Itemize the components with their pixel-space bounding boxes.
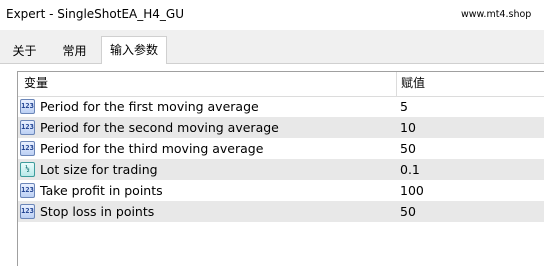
param-name: Period for the first moving average — [40, 99, 259, 114]
table-header: 变量 赋值 — [18, 72, 544, 97]
table-row[interactable]: 123 Period for the first moving average … — [18, 96, 544, 117]
column-header-value[interactable]: 赋值 — [401, 75, 425, 91]
icon-glyph: 123 — [21, 207, 34, 215]
param-value[interactable]: 100 — [400, 182, 424, 199]
icon-glyph: 123 — [21, 123, 34, 131]
table-row[interactable]: 123 Take profit in points 100 — [18, 180, 544, 201]
parameters-table[interactable]: 变量 赋值 123 Period for the first moving av… — [17, 71, 544, 266]
tab-panel: 变量 赋值 123 Period for the first moving av… — [0, 63, 544, 266]
param-name: Period for the second moving average — [40, 120, 279, 135]
param-name: Period for the third moving average — [40, 141, 264, 156]
icon-glyph: 123 — [21, 102, 34, 110]
column-divider[interactable] — [396, 72, 397, 96]
integer-param-icon: 123 — [20, 99, 35, 114]
table-row[interactable]: 123 Period for the third moving average … — [18, 138, 544, 159]
table-row[interactable]: 123 Period for the second moving average… — [18, 117, 544, 138]
param-name: Take profit in points — [40, 183, 163, 198]
integer-param-icon: 123 — [20, 120, 35, 135]
integer-param-icon: 123 — [20, 141, 35, 156]
param-value[interactable]: 0.1 — [400, 161, 420, 178]
param-value[interactable]: 50 — [400, 140, 416, 157]
window-title: Expert - SingleShotEA_H4_GU — [6, 7, 184, 21]
table-row[interactable]: 123 Stop loss in points 50 — [18, 201, 544, 222]
param-value[interactable]: 50 — [400, 203, 416, 220]
icon-glyph: ½ — [25, 165, 30, 173]
window-titlebar: Expert - SingleShotEA_H4_GU www.mt4.shop — [0, 0, 544, 30]
integer-param-icon: 123 — [20, 204, 35, 219]
param-name: Lot size for trading — [40, 162, 158, 177]
param-value[interactable]: 5 — [400, 98, 408, 115]
integer-param-icon: 123 — [20, 183, 35, 198]
tab-about[interactable]: 关于 — [4, 40, 45, 63]
tab-bar: 关于 常用 输入参数 — [0, 36, 544, 64]
icon-glyph: 123 — [21, 144, 34, 152]
param-value[interactable]: 10 — [400, 119, 416, 136]
tab-common[interactable]: 常用 — [52, 40, 97, 63]
column-header-variable[interactable]: 变量 — [24, 75, 48, 91]
tab-inputs[interactable]: 输入参数 — [101, 36, 167, 64]
param-name: Stop loss in points — [40, 204, 155, 219]
watermark-text: www.mt4.shop — [461, 9, 532, 20]
double-param-icon: ½ — [20, 162, 35, 177]
table-row[interactable]: ½ Lot size for trading 0.1 — [18, 159, 544, 180]
icon-glyph: 123 — [21, 186, 34, 194]
